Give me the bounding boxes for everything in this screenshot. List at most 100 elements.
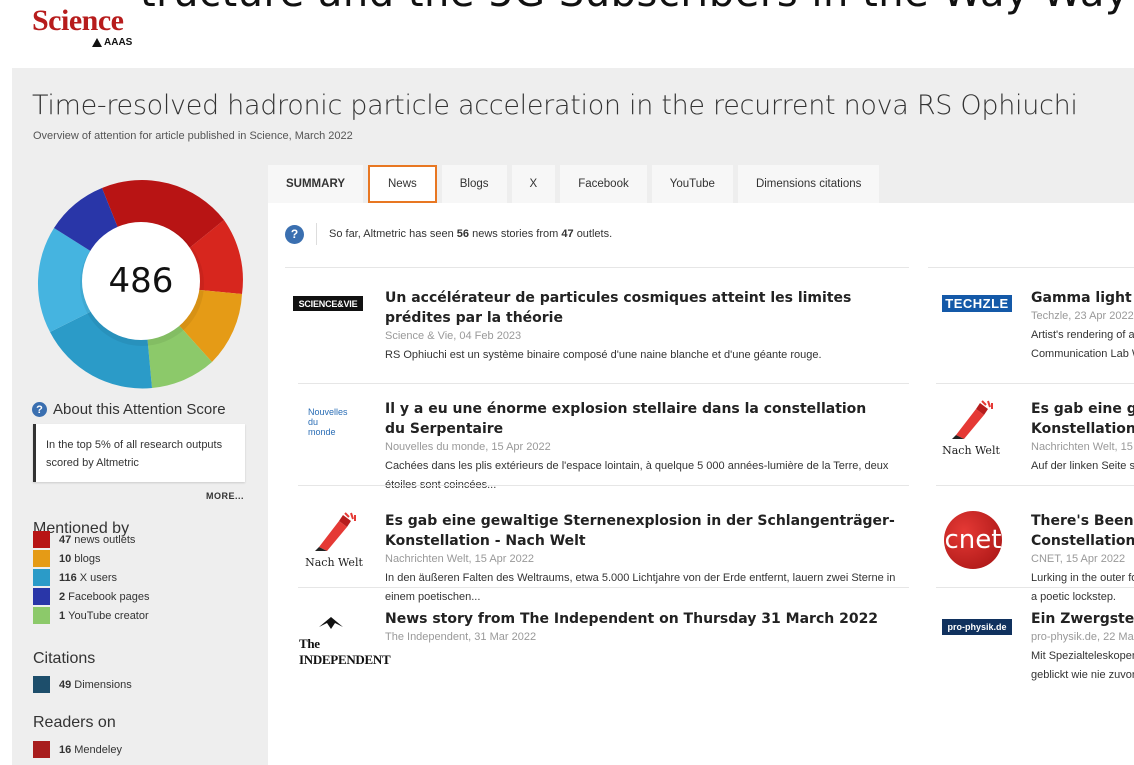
legend-swatch (33, 569, 50, 586)
tab-bar: SUMMARY News Blogs X Facebook YouTube Dimensio… (268, 165, 880, 203)
about-attention-score-link[interactable]: ? About this Attention Score (32, 401, 226, 418)
seen-middle: news stories from (472, 228, 559, 240)
news-story-title[interactable]: Un accélérateur de particules cosmiques … (385, 288, 905, 328)
techzle-logo-text: TECHZLE (942, 295, 1012, 312)
legend-row-dimensions[interactable]: 49 Dimensions (33, 675, 132, 694)
readers-legend: 16 Mendeley (33, 740, 122, 759)
news-story-title[interactable]: Gamma light fro (1031, 288, 1134, 308)
legend-row-blogs[interactable]: 10 blogs (33, 549, 149, 568)
pro-physik-logo-text: pro-physik.de (942, 619, 1012, 635)
news-story-meta: Nachrichten Welt, 15 A (1031, 441, 1134, 453)
news-content: ? So far, Altmetric has seen 56 news sto… (268, 203, 1134, 765)
legend-row-youtube-creator[interactable]: 1 YouTube creator (33, 606, 149, 625)
pencil-icon (952, 400, 993, 439)
nach-welt-logo-text: Nach Welt (942, 444, 1000, 457)
news-story-title[interactable]: Konstellation (1031, 419, 1134, 439)
legend-row-facebook-pages[interactable]: 2 Facebook pages (33, 587, 149, 606)
site-header: tructure and the 5G Subscribers in the W… (0, 0, 1134, 68)
legend-label: X users (79, 571, 118, 584)
story-count: 56 (456, 228, 470, 240)
news-story-meta: Nachrichten Welt, 15 Apr 2022 (385, 553, 534, 565)
news-story-meta: The Independent, 31 Mar 2022 (385, 631, 537, 643)
divider (298, 587, 909, 588)
help-icon[interactable]: ? (285, 224, 304, 244)
news-story-title[interactable]: News story from The Independent on Thurs… (385, 609, 905, 629)
cut-off-header-text: tructure and the 5G Subscribers in the W… (140, 0, 1129, 16)
nouvelles-du-monde-logo: Nouvelles du monde (308, 407, 348, 437)
news-story-description: geblickt wie nie zuvor. (1031, 669, 1134, 681)
legend-label: blogs (74, 552, 101, 565)
news-story-meta: CNET, 15 Apr 2022 (1031, 553, 1126, 565)
news-story-description: RS Ophiuchi est un système binaire compo… (385, 349, 822, 361)
aaas-logo-text: AAAS (104, 37, 133, 48)
legend-swatch (33, 550, 50, 567)
attention-score[interactable]: 486 (82, 222, 200, 340)
science-vie-logo-text: SCIENCE&VIE (293, 296, 363, 311)
legend-row-mendeley[interactable]: 16 Mendeley (33, 740, 122, 759)
legend-label: Dimensions (74, 678, 132, 691)
more-link[interactable]: MORE... (206, 491, 244, 501)
nouvelles-du-monde-logo-text: Nouvelles du monde (308, 407, 348, 437)
news-summary: ? So far, Altmetric has seen 56 news sto… (285, 223, 612, 245)
legend-count: 1 (59, 609, 66, 622)
legend-label: Facebook pages (68, 590, 150, 603)
outlet-count: 47 (561, 228, 574, 240)
news-story-title[interactable]: Es gab eine gewaltige Sternenexplosion i… (385, 511, 905, 551)
legend-swatch (33, 531, 50, 548)
legend-swatch (33, 741, 50, 758)
independent-logo: The INDEPENDENT (299, 613, 391, 668)
pencil-icon (315, 512, 356, 551)
news-story-description: Lurking in the outer fo (1031, 572, 1134, 584)
divider (936, 485, 1134, 486)
science-logo-text: Science (32, 4, 124, 37)
tab-blogs[interactable]: Blogs (441, 165, 507, 203)
tab-youtube[interactable]: YouTube (651, 165, 733, 203)
tab-dimensions[interactable]: Dimensions citations (737, 165, 880, 203)
pro-physik-logo: pro-physik.de (942, 619, 1012, 635)
about-attention-score-label: About this Attention Score (53, 401, 226, 418)
tab-x[interactable]: X (511, 165, 556, 203)
news-story-description: Artist's rendering of a (1031, 329, 1134, 341)
nach-welt-logo-text: Nach Welt (305, 556, 363, 569)
news-summary-text: So far, Altmetric has seen 56 news stori… (329, 228, 612, 240)
legend-count: 49 (59, 678, 72, 691)
news-story-meta: pro-physik.de, 22 Mar (1031, 631, 1134, 643)
seen-suffix: outlets. (576, 228, 613, 240)
science-vie-logo: SCIENCE&VIE (293, 296, 363, 311)
legend-row-x-users[interactable]: 116 X users (33, 568, 149, 587)
eagle-icon (319, 617, 343, 629)
techzle-logo: TECHZLE (942, 295, 1012, 312)
seen-prefix: So far, Altmetric has seen (329, 228, 454, 240)
news-story-title[interactable]: There's Been a H (1031, 511, 1134, 531)
news-story-title[interactable]: Constellation (1031, 531, 1134, 551)
citations-heading: Citations (33, 650, 96, 667)
altmetric-panel: Time-resolved hadronic particle accelera… (12, 68, 1134, 765)
news-story-description: Communication Lab W (1031, 348, 1134, 360)
news-story-title[interactable]: Il y a eu une énorme explosion stellaire… (385, 399, 885, 439)
news-story-title[interactable]: Es gab eine gewa (1031, 399, 1134, 419)
tab-summary[interactable]: SUMMARY (268, 165, 363, 203)
tab-facebook[interactable]: Facebook (560, 165, 647, 203)
independent-logo-text: The INDEPENDENT (299, 636, 391, 667)
citations-legend: 49 Dimensions (33, 675, 132, 694)
legend-swatch (33, 588, 50, 605)
news-story-meta: Nouvelles du monde, 15 Apr 2022 (385, 441, 551, 453)
page-title: Time-resolved hadronic particle accelera… (32, 90, 1078, 121)
question-icon: ? (32, 402, 47, 417)
news-story-description: Mit Spezialteleskopen (1031, 650, 1134, 662)
legend-swatch (33, 676, 50, 693)
tab-news[interactable]: News (368, 165, 437, 203)
news-story-description: Auf der linken Seite se (1031, 460, 1134, 472)
page-subtitle: Overview of attention for article publis… (33, 130, 353, 142)
divider (298, 485, 909, 486)
science-logo[interactable]: Science AAAS (32, 4, 133, 49)
score-context-box: In the top 5% of all research outputs sc… (33, 424, 245, 482)
legend-label: YouTube creator (68, 609, 149, 622)
legend-count: 116 (59, 571, 77, 584)
legend-row-news-outlets[interactable]: 47 news outlets (33, 530, 149, 549)
nach-welt-logo: Nach Welt (942, 399, 1000, 457)
news-story-title[interactable]: Ein Zwergstern a (1031, 609, 1134, 629)
news-story-description: a poetic lockstep. (1031, 591, 1116, 603)
legend-count: 47 (59, 533, 72, 546)
news-story-meta: Science & Vie, 04 Feb 2023 (385, 330, 522, 342)
